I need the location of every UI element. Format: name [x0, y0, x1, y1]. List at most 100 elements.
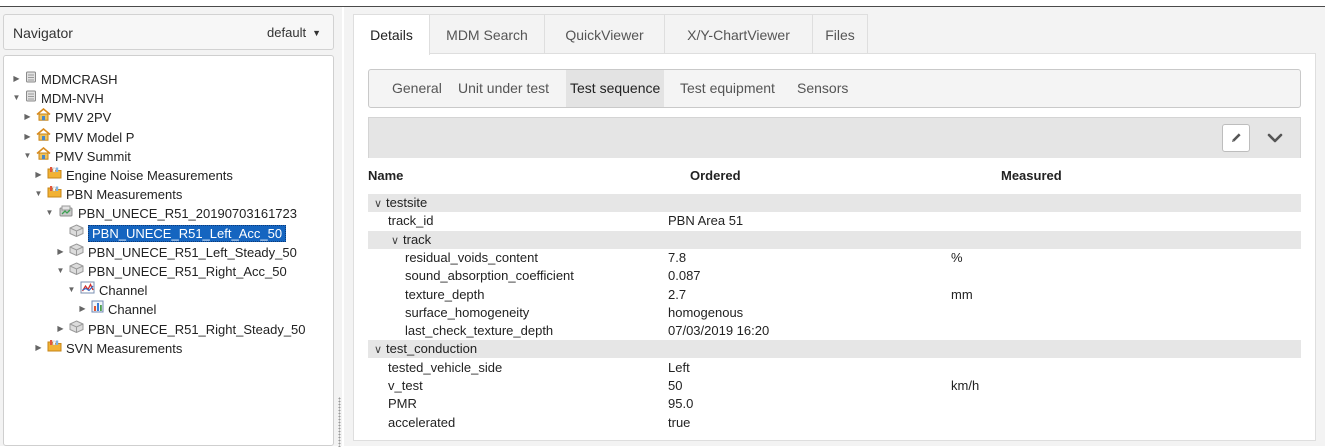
column-header-name[interactable]: Name: [368, 168, 403, 183]
database-icon: [25, 88, 37, 107]
pool-folder-icon: [47, 165, 62, 184]
tree-node[interactable]: ▶ PBN_UNECE_R51_Right_Steady_50: [55, 319, 306, 338]
attribute-row: texture_depth 2.7 mm: [368, 286, 1301, 304]
teststep-icon: [69, 319, 84, 338]
ordered-value: 95.0: [668, 396, 694, 412]
tab-x-y-chartviewer[interactable]: X/Y-ChartViewer: [665, 14, 813, 54]
tree-node[interactable]: ▼ Channel: [66, 280, 147, 299]
tree-expand-toggle[interactable]: ▶: [33, 338, 44, 357]
ordered-value: 7.8: [668, 249, 687, 265]
edit-button[interactable]: [1222, 124, 1250, 152]
tree-expand-toggle[interactable]: ▶: [55, 319, 66, 338]
channel-icon: [91, 299, 104, 318]
tree-node-label: MDMCRASH: [41, 72, 118, 88]
teststep-icon: [69, 261, 84, 280]
attribute-row: track_id PBN Area 51: [368, 212, 1301, 230]
grid-header: Name Ordered Measured: [368, 158, 1301, 194]
tree-node-label: Channel: [99, 283, 148, 299]
attribute-name: residual_voids_content: [405, 249, 538, 265]
attribute-group-row[interactable]: ∨ testsite: [368, 194, 1301, 212]
tree-node[interactable]: ▶ Engine Noise Measurements: [33, 165, 233, 184]
tab-mdm-search[interactable]: MDM Search: [430, 14, 545, 54]
tab-files[interactable]: Files: [813, 14, 868, 54]
attribute-row: tested_vehicle_side Left: [368, 359, 1301, 377]
navigator-tree: ▶ MDMCRASH ▼ MDM-NVH ▶ PMV 2PV ▶ PMV Model P ▼ PM…: [3, 55, 334, 446]
tab-quickviewer[interactable]: QuickViewer: [545, 14, 665, 54]
tree-node[interactable]: ▼ MDM-NVH: [11, 88, 104, 107]
tree-node[interactable]: ▼ PMV Summit: [22, 146, 131, 165]
subtab-general[interactable]: General: [388, 70, 446, 107]
navigator-header: Navigator default ▼: [3, 14, 334, 50]
tree-node-label: Engine Noise Measurements: [66, 168, 233, 184]
pool-folder-icon: [47, 338, 62, 357]
attribute-name: v_test: [388, 378, 423, 393]
group-name: test_conduction: [386, 341, 478, 357]
panel-splitter-handle[interactable]: [338, 397, 341, 447]
chevron-down-icon[interactable]: ∨: [391, 232, 403, 250]
tree-node[interactable]: ▶ Channel: [77, 299, 156, 318]
tree-collapse-toggle[interactable]: ▼: [55, 261, 66, 280]
column-header-measured[interactable]: Measured: [1001, 168, 1062, 183]
unit-value: %: [951, 249, 963, 265]
collapse-button[interactable]: [1264, 127, 1286, 149]
details-content: General Unit under test Test sequence Test …: [353, 53, 1316, 441]
tree-collapse-toggle[interactable]: ▼: [22, 146, 33, 165]
attribute-row: sound_absorption_coefficient 0.087: [368, 267, 1301, 285]
tree-node[interactable]: ▼ PBN Measurements: [33, 184, 182, 203]
project-house-icon: [36, 127, 51, 146]
test-icon: [58, 203, 74, 222]
group-name: track: [403, 231, 432, 247]
navigator-source-dropdown[interactable]: default ▼: [267, 25, 321, 40]
tree-node[interactable]: ▶ SVN Measurements: [33, 338, 182, 357]
tree-node[interactable]: ▶ PBN_UNECE_R51_Left_Steady_50: [55, 242, 297, 261]
attribute-group-row[interactable]: ∨ track: [368, 230, 1301, 250]
unit-value: mm: [951, 286, 973, 302]
navigator-title: Navigator: [13, 25, 73, 41]
database-icon: [25, 69, 37, 88]
tree-node-label: Channel: [108, 302, 157, 318]
tree-node[interactable]: ▶ PMV 2PV: [22, 107, 111, 126]
ordered-value: true: [668, 414, 691, 430]
chevron-down-icon[interactable]: ∨: [374, 195, 386, 213]
attribute-name: tested_vehicle_side: [388, 359, 503, 375]
tree-expand-toggle[interactable]: ▶: [33, 165, 44, 184]
main-panel: Details MDM Search QuickViewer X/Y-ChartVie…: [344, 7, 1325, 446]
subtab-unit-under-test[interactable]: Unit under test: [454, 70, 553, 107]
attribute-row: PMR 95.0: [368, 395, 1301, 413]
tree-expand-toggle[interactable]: ▶: [11, 69, 22, 88]
tab-details[interactable]: Details: [353, 14, 430, 55]
tree-expand-toggle[interactable]: ▶: [22, 107, 33, 126]
attribute-name: texture_depth: [405, 286, 485, 302]
subtab-sensors[interactable]: Sensors: [793, 70, 852, 107]
teststep-icon: [69, 223, 84, 242]
ordered-value: 2.7: [668, 286, 687, 302]
chevron-down-icon[interactable]: ∨: [374, 341, 386, 359]
tree-collapse-toggle[interactable]: ▼: [66, 280, 77, 299]
subtab-test-equipment[interactable]: Test equipment: [676, 70, 779, 107]
tree-node[interactable]: ▶ MDMCRASH: [11, 69, 118, 88]
column-header-ordered[interactable]: Ordered: [690, 168, 741, 183]
attribute-row: v_test 50 km/h: [368, 377, 1301, 395]
ordered-value: 07/03/2019 16:20: [668, 323, 770, 339]
ordered-value: 0.087: [668, 268, 701, 284]
tree-expand-toggle[interactable]: ▶: [55, 242, 66, 261]
attribute-group-row[interactable]: ∨ test_conduction: [368, 340, 1301, 359]
tree-node[interactable]: ▼ PBN_UNECE_R51_Right_Acc_50: [55, 261, 287, 280]
tree-collapse-toggle[interactable]: ▼: [11, 88, 22, 107]
tree-collapse-toggle[interactable]: ▼: [33, 184, 44, 203]
tree-expand-toggle[interactable]: ▶: [77, 299, 88, 318]
tree-node[interactable]: ▶ PMV Model P: [22, 127, 134, 146]
navigator-source-value: default: [267, 25, 307, 40]
tree-node[interactable]: PBN_UNECE_R51_Left_Acc_50: [55, 223, 287, 242]
tree-collapse-toggle[interactable]: ▼: [44, 203, 55, 222]
attributes-toolbar: [368, 117, 1301, 158]
project-house-icon: [36, 107, 51, 126]
group-cell: ∨ testsite: [374, 194, 427, 213]
tree-node[interactable]: ▼ PBN_UNECE_R51_20190703161723: [44, 203, 297, 222]
tree-expand-toggle[interactable]: ▶: [22, 127, 33, 146]
tree-node-label: PMV Summit: [55, 148, 131, 164]
subtab-test-sequence[interactable]: Test sequence: [566, 70, 665, 107]
attribute-name: accelerated: [388, 414, 456, 430]
ordered-value: Left: [668, 359, 690, 375]
attribute-name: PMR: [388, 396, 417, 412]
